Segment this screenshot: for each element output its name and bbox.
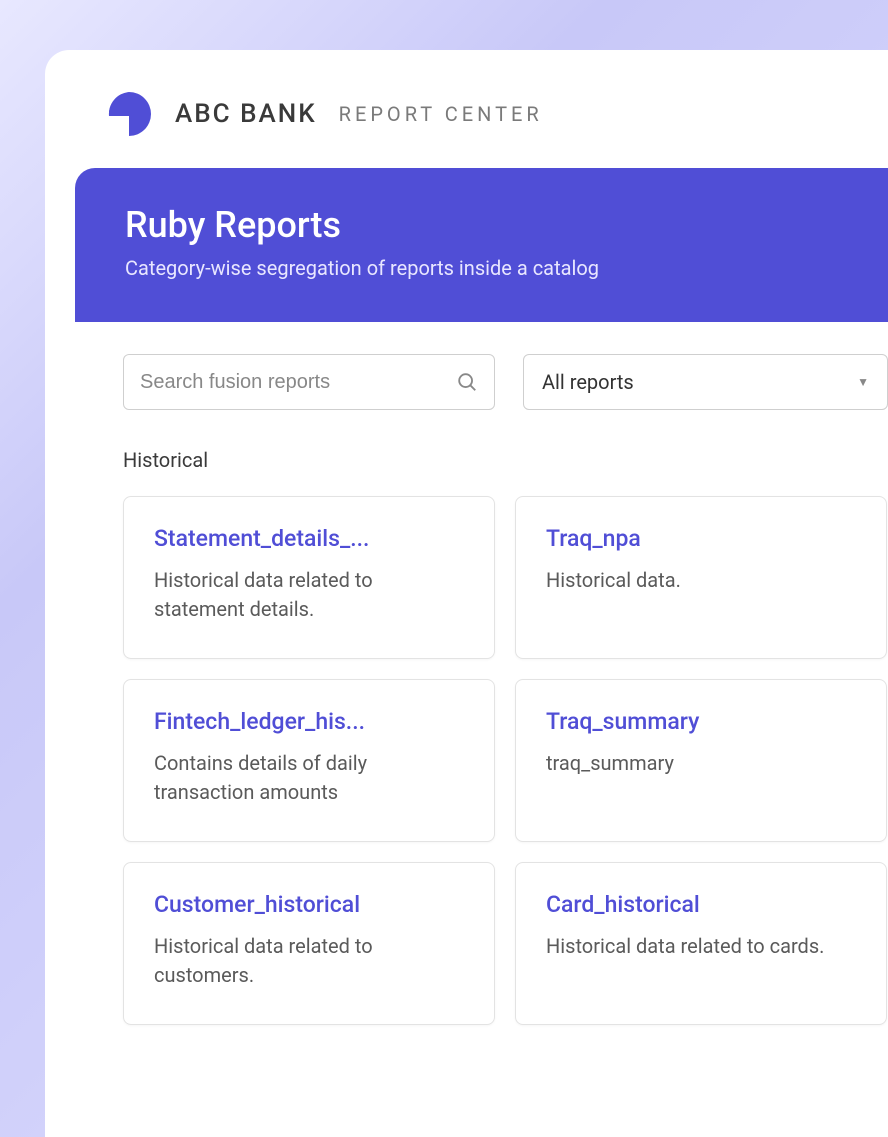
- report-title: Card_historical: [546, 891, 856, 918]
- report-description: Contains details of daily transaction am…: [154, 749, 464, 807]
- report-card[interactable]: Fintech_ledger_his... Contains details o…: [123, 679, 495, 842]
- app-subtitle: REPORT CENTER: [339, 102, 543, 126]
- brand-name: ABC BANK: [175, 99, 317, 129]
- search-input[interactable]: [140, 371, 456, 394]
- report-title: Fintech_ledger_his...: [154, 708, 464, 735]
- report-title: Customer_historical: [154, 891, 464, 918]
- report-description: Historical data.: [546, 566, 856, 595]
- report-description: Historical data related to cards.: [546, 932, 856, 961]
- report-card[interactable]: Card_historical Historical data related …: [515, 862, 887, 1025]
- report-description: traq_summary: [546, 749, 856, 778]
- content-area: All reports ▼ Historical Statement_detai…: [75, 322, 888, 1057]
- report-card[interactable]: Statement_details_... Historical data re…: [123, 496, 495, 659]
- search-icon: [456, 371, 478, 393]
- report-card[interactable]: Customer_historical Historical data rela…: [123, 862, 495, 1025]
- report-title: Traq_summary: [546, 708, 856, 735]
- page-subtitle: Category-wise segregation of reports ins…: [125, 256, 828, 280]
- section-label: Historical: [123, 448, 888, 472]
- header: ABC BANK REPORT CENTER: [45, 50, 888, 168]
- brand-logo-icon: [105, 90, 153, 138]
- report-title: Statement_details_...: [154, 525, 464, 552]
- app-window: ABC BANK REPORT CENTER Ruby Reports Cate…: [45, 50, 888, 1137]
- report-title: Traq_npa: [546, 525, 856, 552]
- hero-banner: Ruby Reports Category-wise segregation o…: [75, 168, 888, 322]
- page-title: Ruby Reports: [125, 204, 828, 246]
- report-description: Historical data related to customers.: [154, 932, 464, 990]
- chevron-down-icon: ▼: [857, 375, 869, 389]
- search-box[interactable]: [123, 354, 495, 410]
- filter-selected-value: All reports: [542, 370, 634, 394]
- report-description: Historical data related to statement det…: [154, 566, 464, 624]
- report-card[interactable]: Traq_npa Historical data.: [515, 496, 887, 659]
- report-card[interactable]: Traq_summary traq_summary: [515, 679, 887, 842]
- controls-row: All reports ▼: [123, 354, 888, 410]
- filter-dropdown[interactable]: All reports ▼: [523, 354, 888, 410]
- reports-grid: Statement_details_... Historical data re…: [123, 496, 888, 1025]
